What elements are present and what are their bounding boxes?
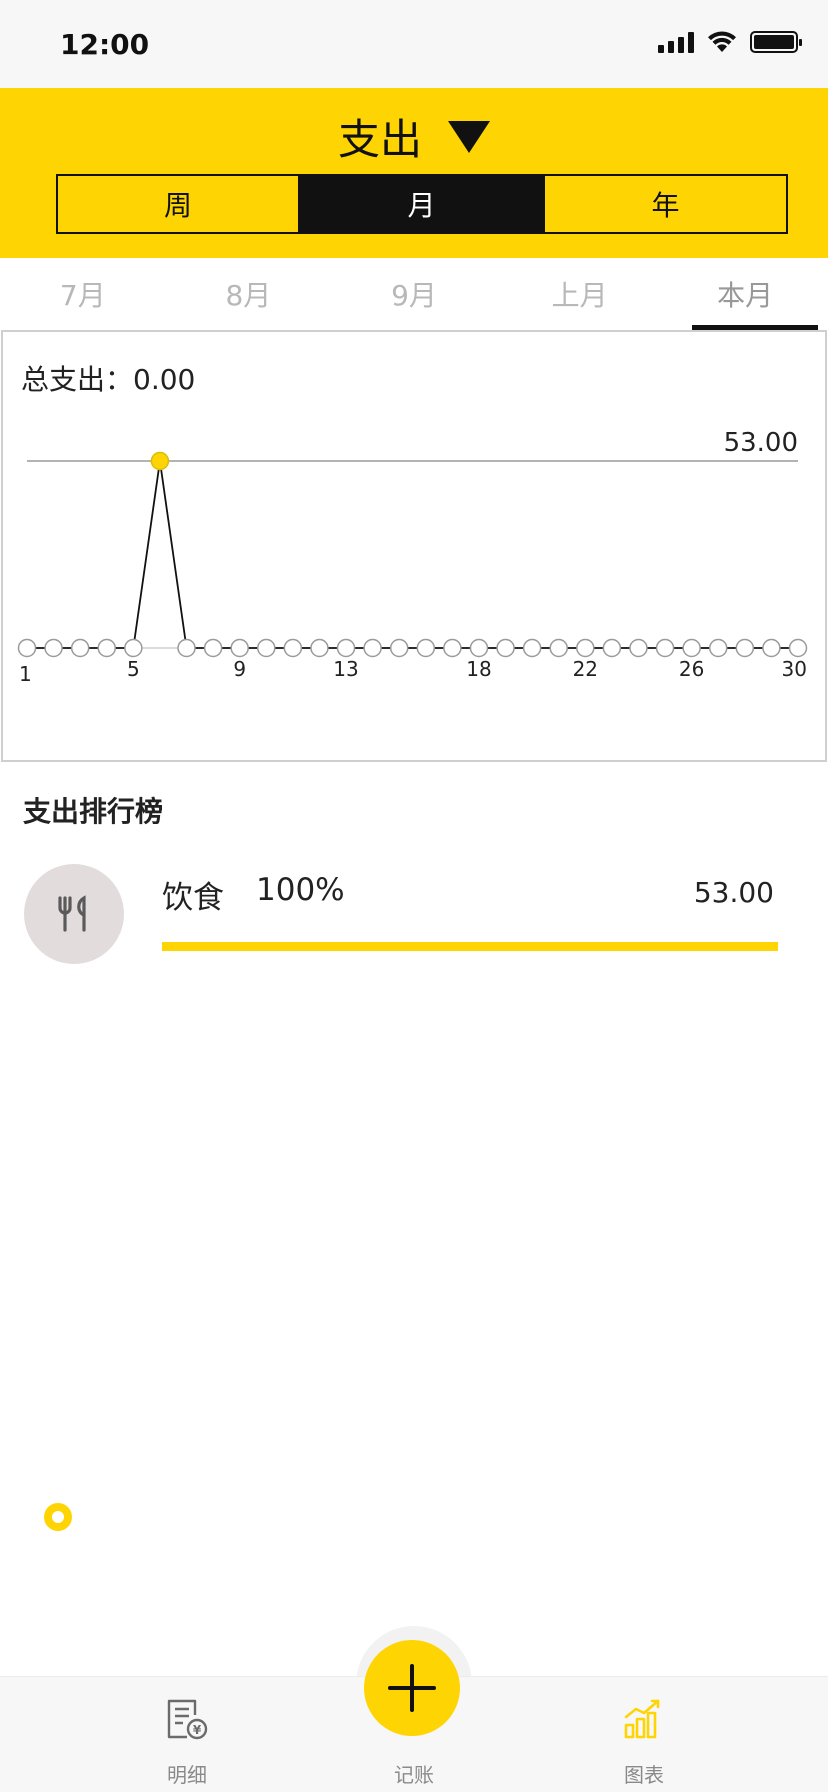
data-point — [363, 638, 382, 658]
category-amount: 53.00 — [693, 876, 774, 909]
tab-july[interactable]: 7月 — [0, 258, 166, 330]
category-name: 饮食 — [162, 880, 224, 916]
bar-chart-icon — [624, 1699, 660, 1739]
data-point — [336, 638, 356, 658]
data-point — [416, 638, 436, 658]
data-point — [389, 638, 409, 658]
max-value-label: 53.00 — [724, 428, 798, 458]
data-point — [735, 638, 755, 658]
battery-icon — [750, 31, 802, 53]
x-tick-label: 13 — [333, 657, 358, 681]
ranking-title: 支出排行榜 — [23, 795, 164, 828]
data-point-highlight — [150, 451, 170, 471]
data-point — [70, 638, 90, 658]
caret-down-icon — [448, 120, 490, 153]
data-point — [496, 638, 515, 658]
utensils-icon — [58, 895, 86, 932]
data-point — [257, 638, 276, 658]
receipt-icon: ¥ — [167, 1699, 208, 1740]
tab-details-label: 明细 — [167, 1763, 207, 1787]
segment-year[interactable]: 年 — [545, 176, 786, 232]
data-point — [549, 638, 568, 658]
category-progress-fill — [162, 942, 778, 951]
tab-last-month[interactable]: 上月 — [497, 258, 663, 330]
category-progress-bar — [162, 942, 778, 951]
tab-add-label: 记账 — [394, 1763, 434, 1787]
data-point — [310, 638, 329, 658]
status-time: 12:00 — [60, 28, 150, 61]
cellular-signal-icon — [658, 31, 694, 53]
tab-details[interactable]: ¥ 明细 — [107, 1677, 267, 1792]
data-point — [443, 638, 462, 658]
data-point — [602, 638, 622, 658]
data-point — [17, 638, 37, 658]
data-point — [655, 638, 675, 658]
data-point — [44, 638, 63, 658]
data-point — [788, 638, 808, 658]
segment-week[interactable]: 周 — [58, 176, 298, 232]
floating-indicator[interactable] — [44, 1503, 72, 1531]
data-point — [97, 638, 117, 658]
tab-this-month[interactable]: 本月 — [662, 258, 828, 330]
x-tick-label: 18 — [466, 657, 491, 681]
category-percent: 100% — [256, 872, 345, 908]
plus-icon — [388, 1664, 436, 1712]
period-segmented-control: 周 月 年 — [56, 174, 788, 234]
x-tick-label: 26 — [679, 657, 704, 681]
tab-chart-label: 图表 — [624, 1763, 664, 1787]
data-point — [283, 638, 303, 658]
data-point — [469, 638, 489, 658]
status-icons — [658, 30, 802, 54]
header: 支出 周 月 年 — [0, 88, 828, 258]
x-tick-label: 30 — [782, 657, 807, 681]
chart-card: 53.00 1 5 9 13 18 22 26 30 总支出：0.00 — [1, 330, 827, 762]
x-tick-label: 5 — [127, 657, 140, 681]
total-expense: 总支出：0.00 — [21, 358, 195, 398]
data-point — [682, 638, 701, 658]
x-tick-label: 9 — [233, 657, 246, 681]
data-point — [203, 638, 223, 658]
data-point — [629, 638, 648, 658]
x-tick-label: 1 — [19, 662, 32, 686]
data-point — [708, 638, 728, 658]
data-point — [124, 638, 143, 658]
total-expense-label: 总支出： — [21, 363, 134, 396]
month-tabs: 7月 8月 9月 上月 本月 — [0, 258, 828, 330]
add-record-button[interactable] — [364, 1640, 460, 1736]
data-point — [522, 638, 542, 658]
tab-chart[interactable]: 图表 — [564, 1677, 724, 1792]
page-title: 支出 — [337, 115, 422, 164]
data-point — [177, 638, 196, 658]
ranking-item[interactable]: 饮食 100% 53.00 — [0, 860, 828, 970]
tab-august[interactable]: 8月 — [166, 258, 332, 330]
svg-text:¥: ¥ — [193, 1723, 202, 1737]
x-tick-label: 22 — [573, 657, 598, 681]
wifi-icon — [708, 31, 736, 52]
total-expense-value: 0.00 — [133, 363, 196, 396]
category-avatar — [24, 864, 124, 964]
series-line — [27, 460, 798, 649]
data-point — [762, 638, 781, 658]
type-selector[interactable]: 支出 — [0, 106, 828, 167]
data-point — [576, 638, 595, 658]
data-point — [230, 638, 249, 658]
segment-month[interactable]: 月 — [298, 176, 545, 232]
status-bar: 12:00 — [0, 0, 828, 88]
tab-september[interactable]: 9月 — [331, 258, 497, 330]
